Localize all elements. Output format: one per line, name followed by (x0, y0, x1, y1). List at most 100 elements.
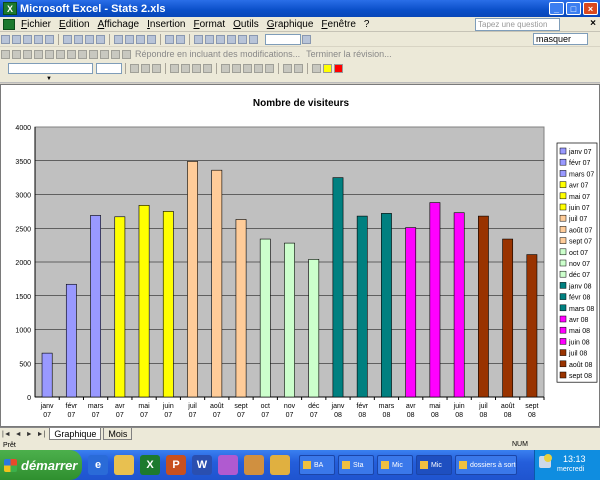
bar-mai-08[interactable] (429, 202, 441, 398)
chart-sheet[interactable]: Nombre de visiteurs 0 500 1000 1500 2000 2500… (0, 84, 600, 427)
excel-app-icon[interactable]: X (3, 2, 17, 15)
ask-question-input[interactable]: Tapez une question (475, 18, 560, 31)
review-icon[interactable] (12, 49, 21, 59)
bar-mars-07[interactable] (90, 215, 101, 398)
align-left-icon[interactable] (170, 63, 179, 73)
review-icon[interactable] (56, 49, 65, 59)
merge-center-icon[interactable] (203, 63, 212, 73)
format-painter-icon[interactable] (147, 34, 156, 44)
font-size-select[interactable] (96, 62, 122, 74)
end-review-button[interactable]: Terminer la révision... (306, 49, 392, 59)
menu-fichier[interactable]: Fichier (17, 19, 55, 30)
start-button[interactable]: démarrer (0, 450, 82, 480)
bar-chart[interactable]: Nombre de visiteurs 0 500 1000 1500 2000 2500… (1, 85, 599, 426)
open-icon[interactable] (12, 34, 21, 44)
undo-icon[interactable] (165, 34, 174, 44)
menu-format[interactable]: Format (189, 19, 229, 30)
menu-fenetre[interactable]: Fenêtre (317, 19, 359, 30)
borders-icon[interactable] (312, 63, 321, 73)
review-icon[interactable] (34, 49, 43, 59)
bar-juin-08[interactable] (453, 212, 465, 398)
bar-mai-07[interactable] (138, 205, 150, 398)
decrease-decimal-icon[interactable] (265, 63, 274, 73)
fill-color-icon[interactable] (323, 63, 332, 73)
folder-icon[interactable] (114, 455, 134, 475)
hyperlink-icon[interactable] (194, 34, 203, 44)
bar-avr-08[interactable] (405, 227, 417, 398)
italic-icon[interactable] (141, 63, 150, 73)
drawing-icon[interactable] (249, 34, 258, 44)
align-center-icon[interactable] (181, 63, 190, 73)
zoom-select[interactable] (265, 33, 301, 45)
internet-explorer-icon[interactable]: e (88, 455, 108, 475)
underline-icon[interactable] (152, 63, 161, 73)
chart-wizard-icon[interactable] (238, 34, 247, 44)
formula-bar[interactable]: ▼ (0, 75, 600, 83)
excel-icon[interactable]: X (140, 455, 160, 475)
bar-avr-07[interactable] (114, 216, 126, 398)
bar-juin-07[interactable] (162, 211, 174, 398)
sort-ascending-icon[interactable] (216, 34, 225, 44)
bar-févr-07[interactable] (65, 283, 77, 398)
bar-déc-07[interactable] (308, 259, 320, 398)
review-icon[interactable] (89, 49, 98, 59)
review-icon[interactable] (67, 49, 76, 59)
increase-decimal-icon[interactable] (254, 63, 263, 73)
save-icon[interactable] (23, 34, 32, 44)
comma-style-icon[interactable] (243, 63, 252, 73)
taskbar-button[interactable]: BA (299, 455, 335, 475)
bar-févr-08[interactable] (356, 215, 368, 398)
print-preview-icon[interactable] (74, 34, 83, 44)
first-sheet-button[interactable]: |◄ (2, 431, 11, 438)
menu-edition[interactable]: Edition (55, 19, 94, 30)
taskbar-button[interactable]: dossiers à sorter (455, 455, 517, 475)
bar-janv-07[interactable] (41, 352, 53, 398)
email-icon[interactable] (45, 34, 54, 44)
print-icon[interactable] (63, 34, 72, 44)
review-icon[interactable] (45, 49, 54, 59)
paste-icon[interactable] (136, 34, 145, 44)
mask-select[interactable]: masquer (533, 33, 588, 45)
tab-graphique[interactable]: Graphique (49, 428, 102, 440)
permission-icon[interactable] (34, 34, 43, 44)
menu-outils[interactable]: Outils (229, 19, 263, 30)
last-sheet-button[interactable]: ►| (37, 431, 46, 438)
minimize-button[interactable]: _ (549, 2, 564, 15)
maximize-button[interactable]: □ (566, 2, 581, 15)
bar-juil-07[interactable] (187, 161, 198, 398)
copy-icon[interactable] (125, 34, 134, 44)
bar-août-07[interactable] (211, 169, 223, 398)
font-name-select[interactable] (8, 62, 93, 74)
sort-descending-icon[interactable] (227, 34, 236, 44)
workbook-close-button[interactable]: × (590, 18, 596, 29)
spelling-icon[interactable] (85, 34, 94, 44)
currency-icon[interactable] (221, 63, 230, 73)
taskbar-button[interactable]: Sta (338, 455, 374, 475)
font-color-icon[interactable] (334, 63, 343, 73)
menu-graphique[interactable]: Graphique (263, 19, 318, 30)
chart-title[interactable]: Nombre de visiteurs (253, 98, 350, 109)
review-icon[interactable] (78, 49, 87, 59)
bar-août-08[interactable] (502, 238, 514, 398)
help-icon[interactable] (302, 34, 311, 44)
review-icon[interactable] (1, 49, 10, 59)
bar-janv-08[interactable] (332, 177, 344, 398)
workbook-icon[interactable] (3, 18, 15, 30)
next-sheet-button[interactable]: ► (26, 431, 33, 438)
menu-help[interactable]: ? (360, 19, 374, 30)
review-icon[interactable] (111, 49, 120, 59)
bar-oct-07[interactable] (259, 238, 271, 398)
percent-icon[interactable] (232, 63, 241, 73)
reply-with-changes-button[interactable]: Répondre en incluant des modifications..… (135, 49, 300, 59)
prev-sheet-button[interactable]: ◄ (15, 431, 22, 438)
cut-icon[interactable] (114, 34, 123, 44)
close-button[interactable]: × (583, 2, 598, 15)
bar-juil-08[interactable] (478, 215, 489, 398)
new-icon[interactable] (1, 34, 10, 44)
security-icon[interactable] (544, 454, 552, 462)
align-right-icon[interactable] (192, 63, 201, 73)
review-icon[interactable] (100, 49, 109, 59)
reply-icon[interactable] (122, 49, 131, 59)
taskbar-button[interactable]: Mic (377, 455, 413, 475)
paint-icon[interactable] (218, 455, 238, 475)
